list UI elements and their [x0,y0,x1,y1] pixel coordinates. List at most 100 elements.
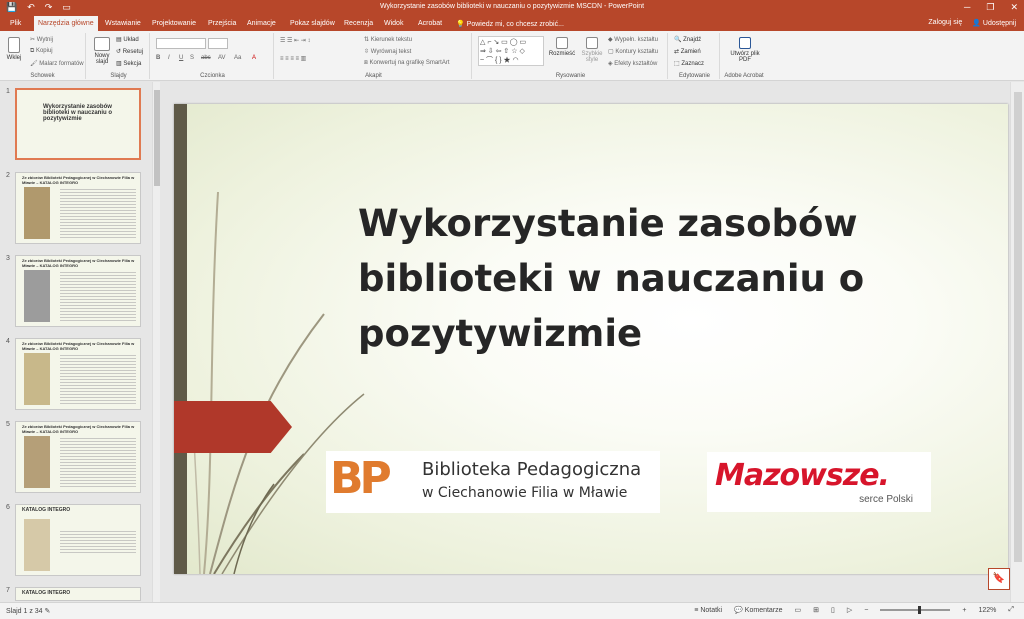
text-direction-button[interactable]: ⇅ Kierunek tekstu [364,36,412,43]
thumbnails-scrollbar[interactable] [152,82,160,602]
paste-button[interactable]: Wklej [3,37,25,61]
tab-acrobat[interactable]: Acrobat [414,18,446,29]
shape-outline-button[interactable]: ▢ Kontury kształtu [608,48,658,55]
slideshow-icon[interactable]: ▷ [847,606,852,614]
tab-file[interactable]: Plik [6,18,25,29]
new-slide-button[interactable]: Nowy slajd [91,37,113,65]
bullets-icon[interactable]: ☰ ☰ ⇤ ⇥ ↕ [280,37,310,44]
tell-me-search[interactable]: 💡 Powiedz mi, co chcesz zrobić... [452,18,568,30]
replace-label: Zamień [680,49,701,55]
thumbnails-scroll-thumb[interactable] [154,90,160,186]
underline-button[interactable]: U [179,55,183,61]
reading-view-icon[interactable]: ▯ [831,606,835,614]
tab-animations[interactable]: Animacje [243,18,280,29]
thumbnail-slide[interactable]: Wykorzystanie zasobów biblioteki w naucz… [15,88,141,160]
shapes-gallery[interactable]: △ ⌐ ↘ ▭ ◯ ▭ ⇒ ⇩ ⇦ ⇧ ☆ ◇ ~ ⌒ { } ★ ◠ [478,36,544,66]
library-name-line2: w Ciechanowie Filia w Mławie [422,485,628,501]
shadow-button[interactable]: S [190,55,194,61]
group-paragraph: ☰ ☰ ⇤ ⇥ ↕ ≡ ≡ ≡ ≡ ▥ ⇅ Kierunek tekstu ⇳ … [276,33,472,79]
paragraph-group-label: Akapit [365,73,382,79]
comments-label: Komentarze [744,607,783,614]
layout-button[interactable]: ▤ Układ [116,36,139,43]
zoom-slider-knob[interactable] [918,606,922,614]
notes-button[interactable]: ≡ Notatki [694,607,722,614]
section-label: Sekcja [123,61,142,67]
share-button[interactable]: 👤 Udostępnij [972,19,1016,27]
thumbnail-title: Ze zbiorów Biblioteki Pedagogicznej w Ci… [22,175,135,185]
quick-styles-button[interactable]: Szybkie style [578,37,606,63]
arrange-button[interactable]: Rozmieść [548,37,576,57]
editor-scroll-thumb[interactable] [1014,92,1022,562]
align-text-button[interactable]: ⇳ Wyrównaj tekst [364,48,411,55]
thumbnail-slide[interactable]: KATALOG INTEGRO [15,504,141,576]
cut-button[interactable]: ✂ Wytnij [30,36,53,43]
thumbnail-title: KATALOG INTEGRO [22,507,71,513]
shape-fill-button[interactable]: ◆ Wypełn. kształtu [608,36,658,43]
spellcheck-icon[interactable]: ✎ [45,608,51,615]
tab-review[interactable]: Recenzja [340,18,377,29]
create-pdf-button[interactable]: Utwórz plik PDF [728,37,762,63]
tab-view[interactable]: Widok [380,18,407,29]
copy-button[interactable]: ⧉ Kopiuj [30,48,53,55]
library-logo[interactable]: BP Biblioteka Pedagogiczna w Ciechanowie… [326,451,660,513]
thumbnail-number: 7 [6,587,10,594]
comments-button[interactable]: 💬 Komentarze [734,606,782,614]
align-icon[interactable]: ≡ ≡ ≡ ≡ ▥ [280,55,306,62]
mazowsze-logo[interactable]: Mazowsze. serce Polski [707,452,931,512]
find-button[interactable]: 🔍 Znajdź [674,36,701,43]
thumbnail-slide[interactable]: KATALOG INTEGRO [15,587,141,601]
slide-sorter-icon[interactable]: ⊞ [813,606,819,614]
bookmark-icon[interactable]: 🔖 [988,568,1010,590]
thumbnail-picture [24,187,50,239]
drawing-group-label: Rysowanie [555,73,586,79]
shape-effects-button[interactable]: ◈ Efekty kształtów [608,60,657,67]
normal-view-icon[interactable]: ▭ [795,606,802,614]
thumbnail-title: Ze zbiorów Biblioteki Pedagogicznej w Ci… [22,424,135,434]
change-case-button[interactable]: Aa [234,55,241,61]
close-button[interactable]: ✕ [1010,2,1018,13]
font-size-input[interactable] [208,38,228,49]
italic-button[interactable]: I [168,55,170,61]
signin-link[interactable]: Zaloguj się [928,19,962,27]
arrange-label: Rozmieść [548,51,576,57]
replace-button[interactable]: ⇄ Zamień [674,48,701,55]
tab-slideshow[interactable]: Pokaz slajdów [286,18,339,29]
format-painter-button[interactable]: 🖌 Malarz formatów [30,60,84,67]
tab-home[interactable]: Narzędzia główne [34,16,98,31]
zoom-out-icon[interactable]: − [864,607,868,614]
fit-to-window-icon[interactable]: ⤢ [1008,606,1014,614]
reset-button[interactable]: ↺ Resetuj [116,48,143,55]
char-spacing-button[interactable]: AV [218,55,226,61]
tab-design[interactable]: Projektowanie [148,18,200,29]
shape-outline-label: Kontury kształtu [615,49,659,55]
thumbnail-slide[interactable]: Ze zbiorów Biblioteki Pedagogicznej w Ci… [15,172,141,244]
section-button[interactable]: ▥ Sekcja [116,60,141,67]
status-bar: Slajd 1 z 34 ✎ ≡ Notatki 💬 Komentarze ▭ … [0,602,1024,619]
new-slide-icon [94,37,110,51]
window-controls: ─ ❐ ✕ [964,2,1018,13]
strikethrough-button[interactable]: abc [201,55,211,61]
thumbnail-slide[interactable]: Ze zbiorów Biblioteki Pedagogicznej w Ci… [15,338,141,410]
tab-insert[interactable]: Wstawianie [101,18,145,29]
bold-button[interactable]: B [156,55,160,61]
restore-button[interactable]: ❐ [986,2,994,13]
font-color-button[interactable]: A [252,55,256,61]
tab-transitions[interactable]: Przejścia [204,18,240,29]
minimize-button[interactable]: ─ [964,2,970,13]
smartart-button[interactable]: ⧈ Konwertuj na grafikę SmartArt [364,60,450,67]
slide-title[interactable]: Wykorzystanie zasobów biblioteki w naucz… [358,196,878,361]
thumbnail-text-lines [60,436,136,488]
current-slide[interactable]: Wykorzystanie zasobów biblioteki w naucz… [174,104,1008,574]
find-label: Znajdź [683,37,702,43]
font-name-input[interactable] [156,38,206,49]
select-button[interactable]: ⬚ Zaznacz [674,60,704,67]
editor-scrollbar[interactable] [1010,82,1024,602]
group-drawing: △ ⌐ ↘ ▭ ◯ ▭ ⇒ ⇩ ⇦ ⇧ ☆ ◇ ~ ⌒ { } ★ ◠ Rozmie… [474,33,668,79]
zoom-level[interactable]: 122% [978,607,996,614]
thumbnail-slide[interactable]: Ze zbiorów Biblioteki Pedagogicznej w Ci… [15,421,141,493]
thumbnail-number: 5 [6,421,10,428]
thumbnail-text-lines [60,270,136,322]
zoom-slider[interactable] [880,606,951,614]
zoom-in-icon[interactable]: + [962,607,966,614]
thumbnail-slide[interactable]: Ze zbiorów Biblioteki Pedagogicznej w Ci… [15,255,141,327]
